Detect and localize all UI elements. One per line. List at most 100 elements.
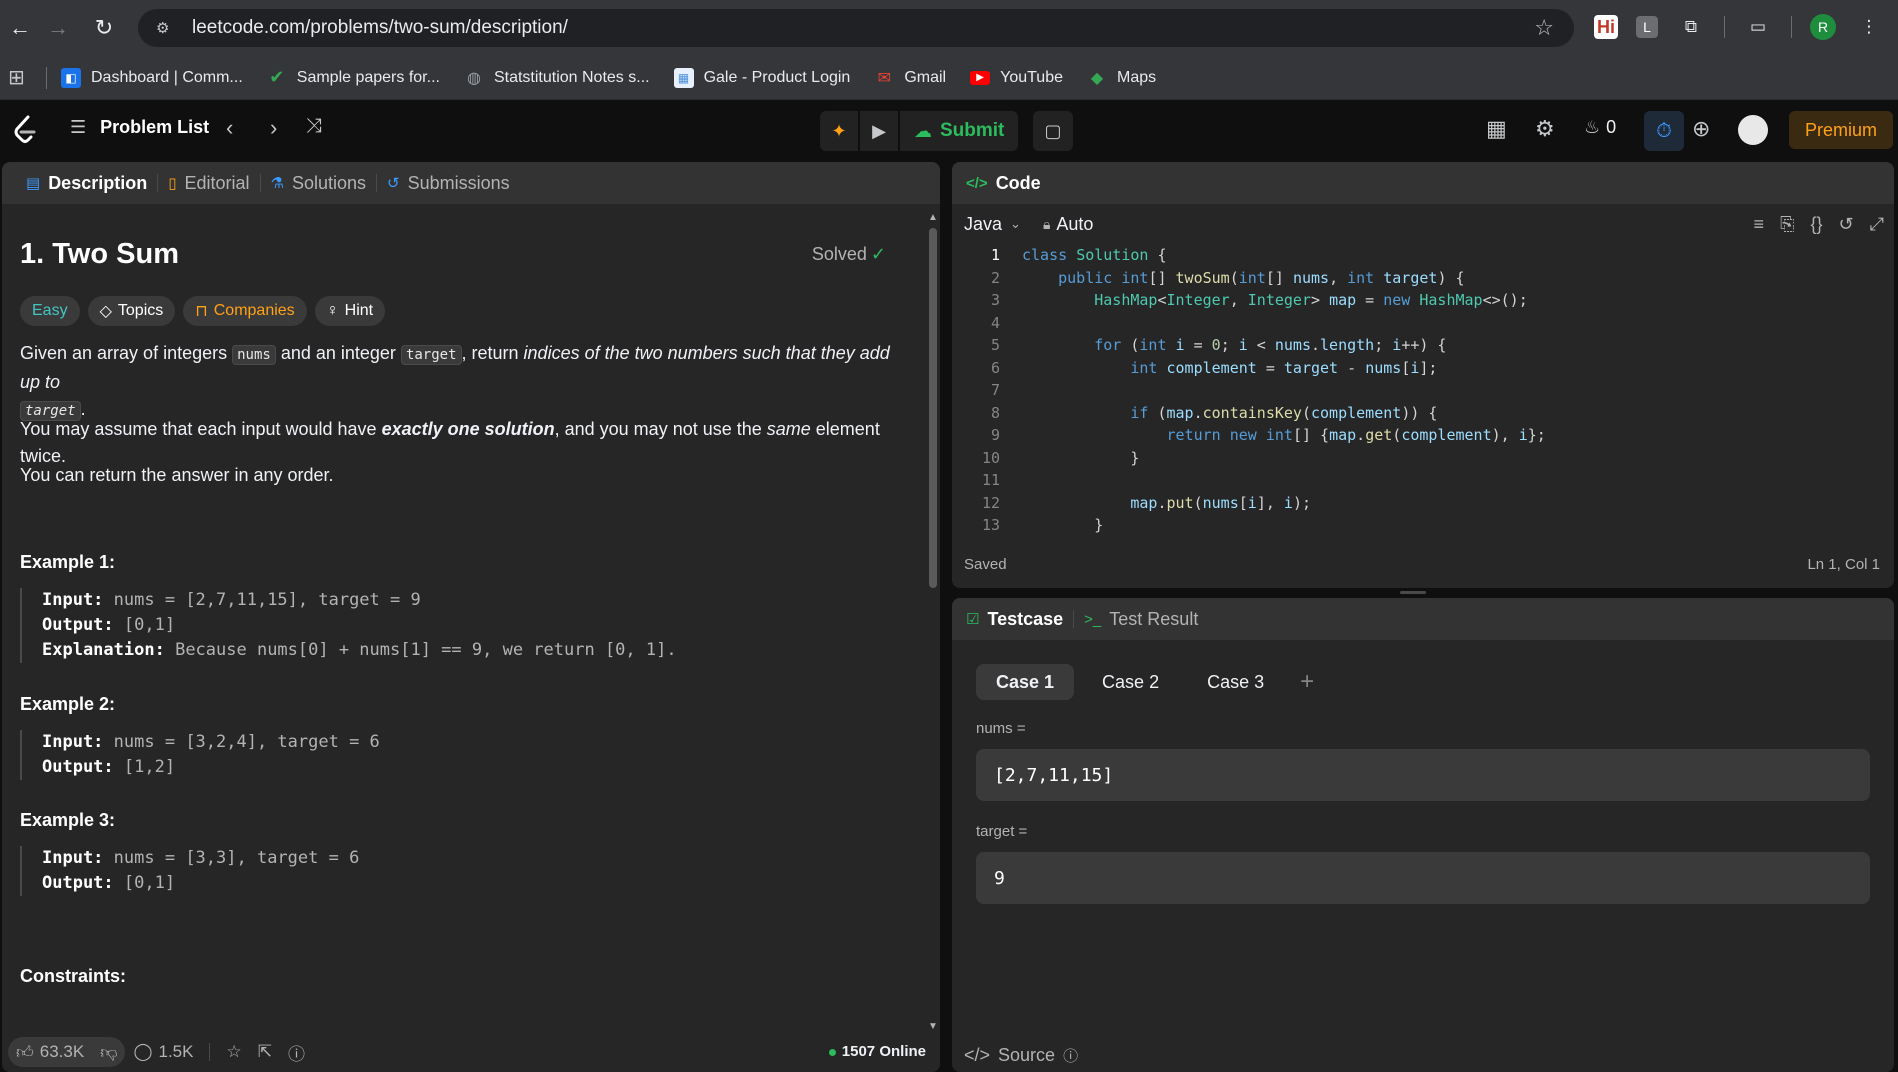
address-bar[interactable]: ⚙ leetcode.com/problems/two-sum/descript…: [138, 9, 1574, 47]
forward-icon[interactable]: →: [38, 8, 78, 48]
hi-extension-icon[interactable]: Hi: [1594, 15, 1618, 39]
case-tab[interactable]: Case 3: [1187, 664, 1284, 700]
bookmark-icon[interactable]: ⎘: [1780, 214, 1794, 235]
puzzle-extensions-icon[interactable]: ⧉: [1676, 12, 1706, 42]
toolbar-divider: [1724, 16, 1725, 38]
bookmark-statstitution[interactable]: ◍ Statstitution Notes s...: [464, 68, 650, 88]
help-icon[interactable]: ⓘ: [280, 1037, 313, 1067]
example-block: Input: nums = [2,7,11,15], target = 9 Ou…: [20, 588, 677, 663]
leetcode-logo-icon[interactable]: [12, 115, 40, 145]
nums-input[interactable]: [2,7,11,15]: [976, 749, 1870, 801]
code-brackets-icon: </>: [964, 1045, 991, 1065]
shuffle-icon[interactable]: ⤨: [306, 115, 322, 138]
notes-icon[interactable]: ▢: [1033, 111, 1073, 151]
language-select[interactable]: Java ⌄: [964, 214, 1021, 235]
tab-editorial[interactable]: ▯ Editorial: [158, 173, 259, 194]
reload-icon[interactable]: ↻: [84, 8, 124, 48]
menu-kebab-icon[interactable]: ⋮: [1854, 12, 1884, 42]
tab-solutions[interactable]: ⚗ Solutions: [261, 173, 377, 194]
bookmark-gmail[interactable]: ✉ Gmail: [874, 68, 946, 88]
topics-tag[interactable]: ◇ Topics: [87, 296, 176, 326]
tab-description[interactable]: ▤ Description: [16, 173, 157, 194]
hint-tag[interactable]: ♀ Hint: [314, 296, 386, 326]
companies-tag[interactable]: ⊓ Companies: [183, 296, 307, 326]
tab-testcase[interactable]: ☑ Testcase: [966, 609, 1073, 630]
code-editor[interactable]: 1 class Solution { 2 public int[] twoSum(…: [952, 244, 1872, 538]
comments-button[interactable]: ◯ 1.5K: [125, 1037, 201, 1067]
statement-emphasis: same: [766, 419, 811, 439]
bookmark-youtube[interactable]: ▶ YouTube: [970, 69, 1063, 87]
premium-button[interactable]: Premium: [1789, 111, 1893, 149]
next-problem-icon[interactable]: ›: [270, 115, 277, 141]
share-icon[interactable]: ⇱: [250, 1037, 280, 1067]
solved-status: Solved ✓: [812, 244, 886, 265]
help-icon[interactable]: ⓘ: [1063, 1045, 1078, 1066]
description-footer: 👍︎ 63.3K 👎︎ ◯ 1.5K ☆ ⇱ ⓘ 1507 Online: [2, 1032, 940, 1072]
scroll-up-icon[interactable]: ▲: [927, 212, 939, 223]
back-icon[interactable]: ←: [0, 8, 40, 48]
apps-grid-icon[interactable]: ⊞: [8, 65, 36, 90]
input-label: Input:: [42, 848, 104, 868]
panel-resize-handle[interactable]: [1400, 591, 1426, 594]
expand-icon[interactable]: ⤢: [1870, 214, 1884, 235]
bookmark-sample-papers[interactable]: ✔ Sample papers for...: [267, 67, 440, 88]
code-line: 13 }: [981, 516, 1104, 534]
bookmark-gale[interactable]: ▦ Gale - Product Login: [673, 67, 850, 88]
target-input[interactable]: 9: [976, 852, 1870, 904]
example-title: Example 3:: [20, 810, 116, 830]
bookmark-maps[interactable]: ◆ Maps: [1087, 68, 1156, 88]
timer-icon[interactable]: ⏱: [1644, 111, 1684, 151]
online-count: 1507 Online: [828, 1043, 926, 1060]
streak-counter[interactable]: ♨ 0: [1584, 117, 1616, 138]
reset-icon[interactable]: ↺: [1839, 214, 1854, 235]
bookmarks-bar: ⊞ ◧ Dashboard | Comm... ✔ Sample papers fo…: [0, 56, 1898, 100]
scrollbar-thumb[interactable]: [929, 228, 937, 588]
order-text: You can return the answer in any order.: [20, 465, 334, 485]
language-label: Java: [964, 213, 1003, 234]
globe-favicon-icon: ◍: [466, 69, 481, 87]
statement-text: , and you may not use the: [554, 419, 767, 439]
user-avatar[interactable]: [1738, 115, 1768, 145]
favorite-star-icon[interactable]: ☆: [218, 1037, 249, 1067]
likes-count: 63.3K: [39, 1042, 85, 1061]
prev-problem-icon[interactable]: ‹: [226, 115, 233, 141]
difficulty-badge: Easy: [20, 296, 80, 326]
l-extension-icon[interactable]: L: [1636, 16, 1658, 38]
like-button[interactable]: 👍︎ 63.3K: [8, 1037, 92, 1067]
problem-list-button[interactable]: ☰ Problem List: [70, 117, 209, 138]
layout-grid-icon[interactable]: ▦: [1486, 116, 1507, 142]
source-label: Source: [998, 1045, 1056, 1065]
tab-submissions[interactable]: ↺ Submissions: [377, 173, 520, 194]
bookmark-star-icon[interactable]: ☆: [1534, 15, 1554, 41]
save-status: Saved: [964, 556, 1007, 573]
code-line: 5 for (int i = 0; i < nums.length; i++) …: [990, 336, 1447, 354]
example-output: [1,2]: [123, 757, 176, 777]
run-icon[interactable]: ▶: [860, 111, 900, 151]
dashboard-favicon-icon: ◧: [61, 67, 81, 88]
bookmark-dashboard[interactable]: ◧ Dashboard | Comm...: [61, 67, 243, 88]
settings-gear-icon[interactable]: ⚙: [1535, 116, 1555, 142]
tab-label: Editorial: [184, 172, 250, 193]
add-case-icon[interactable]: +: [1300, 668, 1314, 696]
tab-code[interactable]: </> Code: [966, 173, 1051, 194]
braces-icon[interactable]: {}: [1810, 214, 1822, 235]
cast-icon[interactable]: ▭: [1743, 12, 1773, 42]
dislike-button[interactable]: 👎︎: [92, 1037, 125, 1067]
add-friend-icon[interactable]: ⊕: [1692, 116, 1710, 142]
source-link[interactable]: </> Source ⓘ: [964, 1045, 1078, 1066]
profile-avatar[interactable]: R: [1810, 14, 1836, 40]
format-icon[interactable]: ≡: [1754, 214, 1765, 235]
mode-label: Auto: [1056, 213, 1094, 234]
browser-toolbar: ← → ↻ ⚙ leetcode.com/problems/two-sum/de…: [0, 0, 1898, 56]
case-tab[interactable]: Case 2: [1082, 664, 1179, 700]
description-scrollbar[interactable]: ▲ ▼: [927, 212, 939, 1032]
tab-test-result[interactable]: >_ Test Result: [1074, 609, 1208, 630]
scroll-down-icon[interactable]: ▼: [927, 1021, 939, 1032]
case-tab[interactable]: Case 1: [976, 664, 1075, 700]
site-info-icon[interactable]: ⚙: [156, 19, 182, 37]
bookmark-label: Statstitution Notes s...: [493, 68, 650, 86]
submit-button[interactable]: ☁ Submit: [900, 111, 1018, 151]
debug-icon[interactable]: ✦: [820, 111, 860, 151]
check-circle-icon: ✓: [870, 244, 886, 264]
auto-mode-toggle[interactable]: 🔒︎ Auto: [1043, 214, 1093, 235]
